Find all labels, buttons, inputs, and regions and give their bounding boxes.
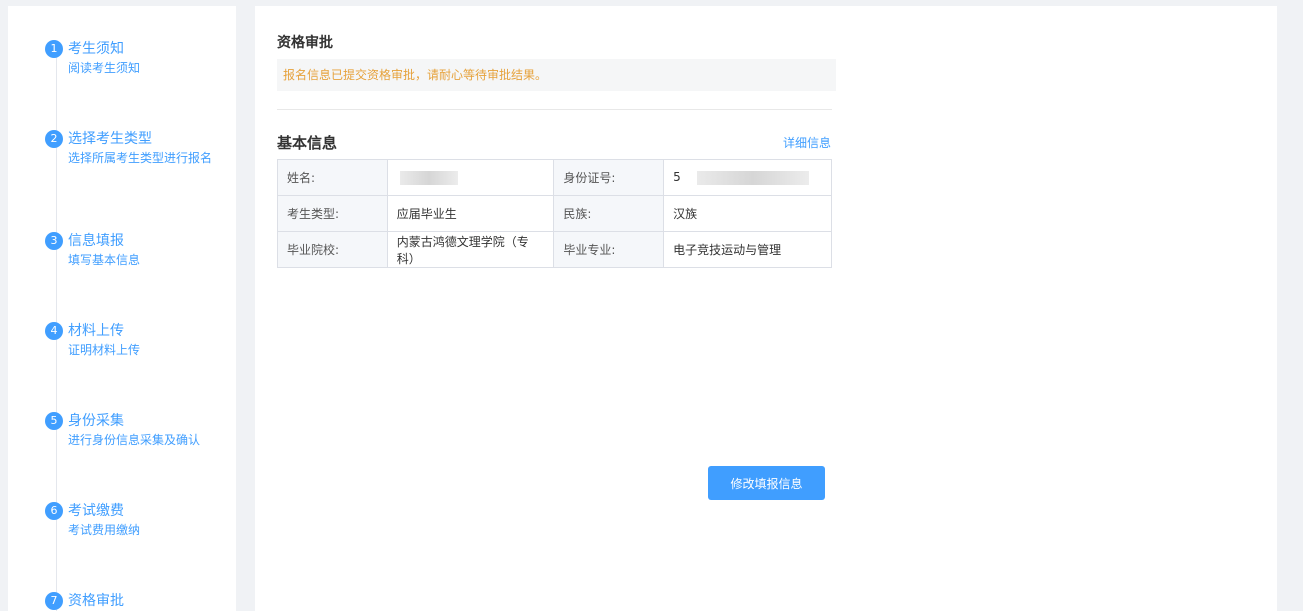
value-ethnicity: 汉族 xyxy=(663,195,832,232)
step-number-badge: 3 xyxy=(45,232,63,250)
step-description: 进行身份信息采集及确认 xyxy=(68,433,201,447)
step-number-badge: 4 xyxy=(45,322,63,340)
steps-sidebar: 1 考生须知 阅读考生须知 2 选择考生类型 选择所属考生类型进行报名 3 信息… xyxy=(8,6,236,611)
step-number-badge: 2 xyxy=(45,130,63,148)
step-description: 填写基本信息 xyxy=(68,253,141,267)
value-candidate-type: 应届毕业生 xyxy=(386,195,555,232)
step-number-badge: 5 xyxy=(45,412,63,430)
value-school: 内蒙古鸿德文理学院（专科） xyxy=(386,231,555,268)
step-number-badge: 6 xyxy=(45,502,63,520)
label-ethnicity: 民族: xyxy=(553,195,665,232)
step-title: 资格审批 xyxy=(68,593,124,609)
step-title: 身份采集 xyxy=(68,413,124,429)
main-panel: 资格审批 报名信息已提交资格审批，请耐心等待审批结果。 基本信息 详细信息 姓名… xyxy=(255,6,1277,611)
step-description: 考试费用缴纳 xyxy=(68,523,141,537)
table-row: 考生类型: 应届毕业生 民族: 汉族 xyxy=(277,195,832,232)
label-candidate-type: 考生类型: xyxy=(277,195,388,232)
step-description: 证明材料上传 xyxy=(68,343,141,357)
step-title: 考试缴费 xyxy=(68,503,124,519)
redacted-id-number xyxy=(696,170,809,185)
value-major: 电子竞技运动与管理 xyxy=(663,231,832,268)
step-title: 考生须知 xyxy=(68,41,124,57)
label-school: 毕业院校: xyxy=(277,231,388,268)
step-number-badge: 7 xyxy=(45,592,63,610)
label-name: 姓名: xyxy=(277,159,388,196)
edit-info-button[interactable]: 修改填报信息 xyxy=(708,466,825,500)
label-id-number: 身份证号: xyxy=(553,159,665,196)
basic-info-title: 基本信息 xyxy=(277,134,338,152)
table-row: 姓名: 身份证号: 5 xyxy=(277,159,832,196)
status-notice: 报名信息已提交资格审批，请耐心等待审批结果。 xyxy=(277,59,836,91)
value-name xyxy=(386,159,555,196)
value-id-number: 5 xyxy=(663,159,832,196)
redacted-name xyxy=(399,170,458,185)
table-row: 毕业院校: 内蒙古鸿德文理学院（专科） 毕业专业: 电子竞技运动与管理 xyxy=(277,231,832,268)
step-number-badge: 1 xyxy=(45,40,63,58)
detail-info-link[interactable]: 详细信息 xyxy=(783,134,831,151)
label-major: 毕业专业: xyxy=(553,231,665,268)
id-number-visible: 5 xyxy=(673,170,681,185)
step-title: 选择考生类型 xyxy=(68,131,152,147)
step-description: 选择所属考生类型进行报名 xyxy=(68,151,213,165)
divider xyxy=(277,109,832,110)
section-title: 资格审批 xyxy=(277,35,333,51)
step-title: 信息填报 xyxy=(68,233,124,249)
basic-info-table: 姓名: 身份证号: 5 考生类型: 应届毕业生 民族: 汉族 毕业院校: 内蒙古… xyxy=(277,159,832,268)
step-title: 材料上传 xyxy=(68,323,124,339)
step-description: 阅读考生须知 xyxy=(68,61,141,75)
